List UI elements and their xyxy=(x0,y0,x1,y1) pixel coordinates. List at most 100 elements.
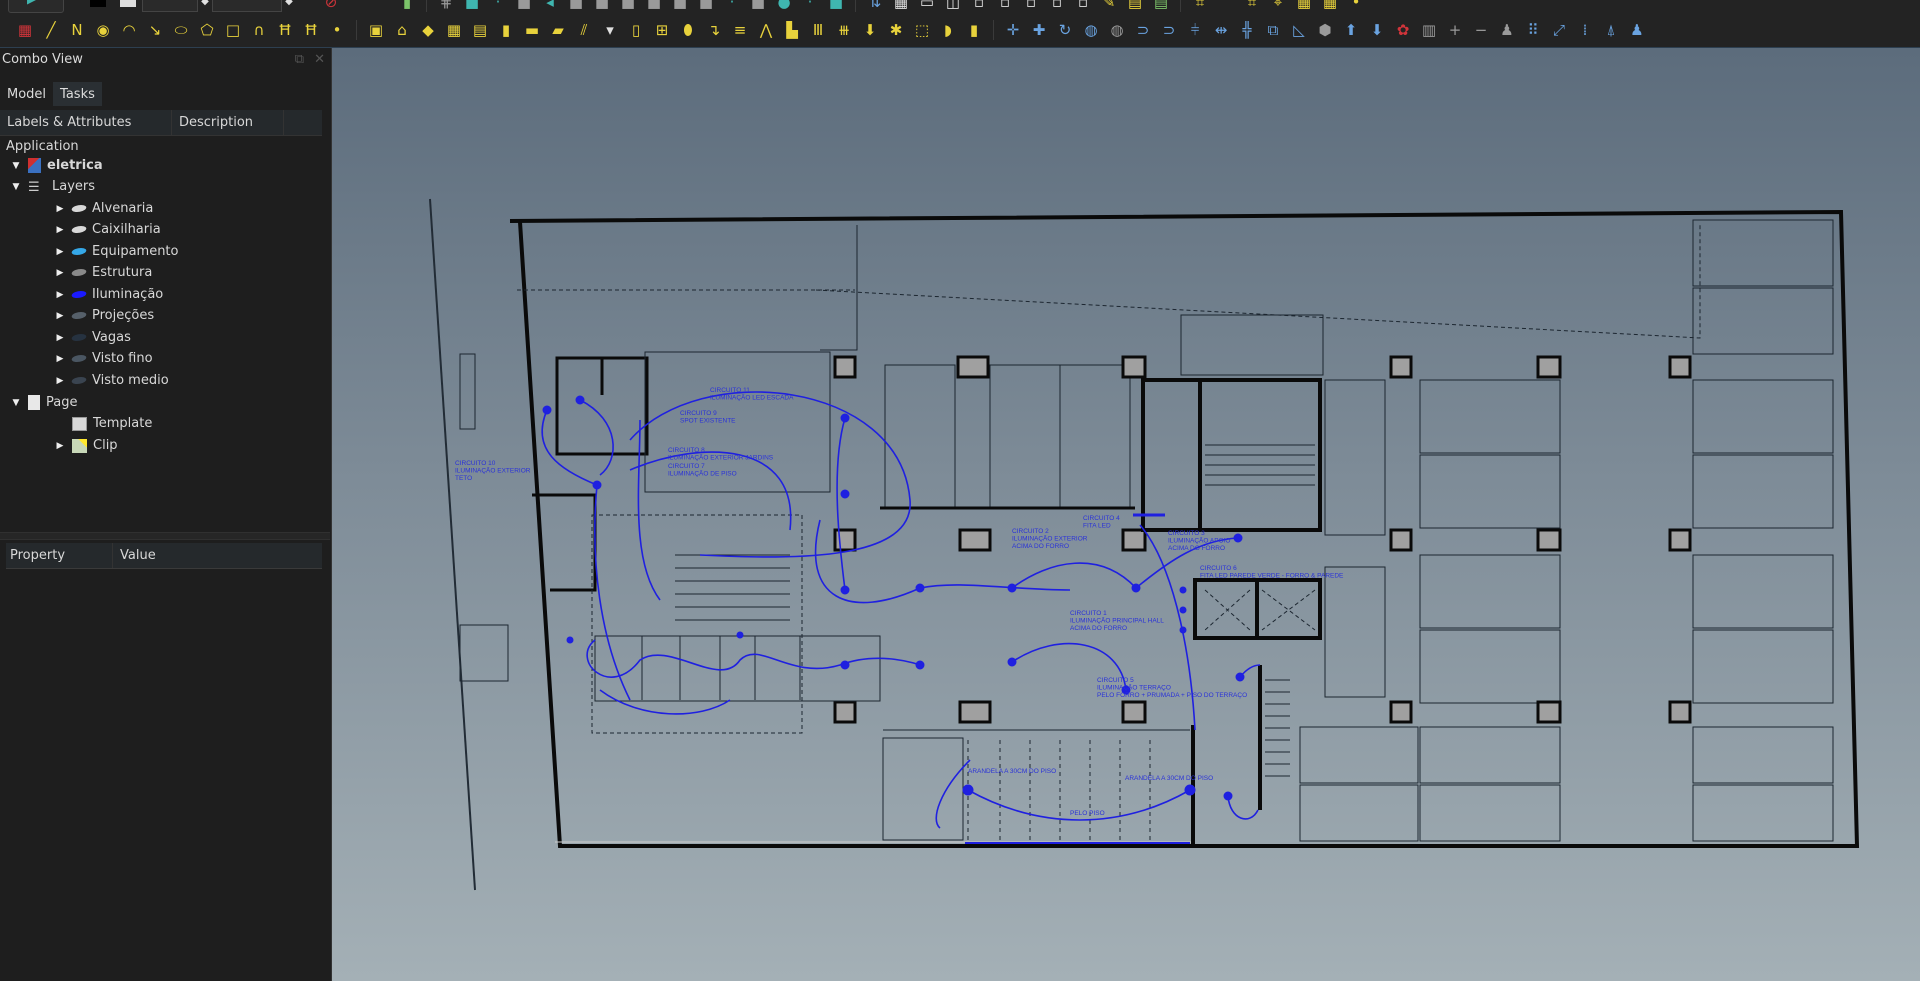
upgrade-arrow-icon[interactable]: ⬆ xyxy=(1338,18,1364,42)
ellipse-icon[interactable]: ⬭ xyxy=(168,18,194,42)
add-icon[interactable]: ✚ xyxy=(1026,18,1052,42)
panel-splitter[interactable] xyxy=(0,532,330,540)
view-btn[interactable]: ▫ xyxy=(1070,0,1096,14)
bspline-icon[interactable]: Ħ xyxy=(272,18,298,42)
tree-item[interactable]: ▶ Projeções xyxy=(54,305,155,326)
arc-3pt-icon[interactable]: ↘ xyxy=(142,18,168,42)
tree-item[interactable]: ▶ Caixilharia xyxy=(54,219,161,240)
snap-btn[interactable]: ■ xyxy=(667,0,693,14)
view-btn[interactable]: ⌖ xyxy=(1265,0,1291,14)
view-btn[interactable]: ▫ xyxy=(966,0,992,14)
collapse-arrow-icon[interactable]: ▶ xyxy=(54,247,66,257)
collapse-arrow-icon[interactable]: ▶ xyxy=(54,204,66,214)
offset-icon[interactable]: ◍ xyxy=(1078,18,1104,42)
remove-icon[interactable]: ✿ xyxy=(1390,18,1416,42)
collapse-arrow-icon[interactable]: ▶ xyxy=(54,290,66,300)
tree-item[interactable]: ▶ Visto fino xyxy=(54,348,153,369)
property-editor[interactable] xyxy=(6,569,322,981)
snap-grid-icon[interactable]: ⋕ xyxy=(433,0,459,14)
array-icon[interactable]: ╬ xyxy=(1234,18,1260,42)
arch-pipe-connector-icon[interactable]: ↴ xyxy=(701,18,727,42)
view-btn[interactable]: ▦ xyxy=(888,0,914,14)
circle-icon[interactable]: ◉ xyxy=(90,18,116,42)
snap-btn[interactable]: ■ xyxy=(745,0,771,14)
line-color-swatch[interactable] xyxy=(90,0,106,7)
fontsize-dropdown[interactable] xyxy=(212,0,282,12)
bezier-icon[interactable]: ∩ xyxy=(246,18,272,42)
snap-btn[interactable]: · xyxy=(719,0,745,14)
join-icon[interactable]: ◍ xyxy=(1104,18,1130,42)
tab-model[interactable]: Model xyxy=(0,82,54,106)
grid-array-icon[interactable]: ⠿ xyxy=(1520,18,1546,42)
expand-arrow-icon[interactable]: ▼ xyxy=(10,182,22,192)
tree-item[interactable]: ▶ Alvenaria xyxy=(54,198,154,219)
tab-tasks[interactable]: Tasks xyxy=(53,82,102,106)
facebinder-icon[interactable]: ♟ xyxy=(1624,18,1650,42)
arch-beam-icon[interactable]: ▬ xyxy=(519,18,545,42)
snap-btn[interactable]: ■ xyxy=(511,0,537,14)
view-btn[interactable]: • xyxy=(1343,0,1369,14)
arch-equipment-icon[interactable]: ⬇ xyxy=(857,18,883,42)
arch-stairs-icon[interactable]: ≡ xyxy=(727,18,753,42)
arch-roof-icon[interactable]: ⋀ xyxy=(753,18,779,42)
view-btn[interactable]: ▦ xyxy=(1317,0,1343,14)
wire-icon[interactable]: N xyxy=(64,18,90,42)
arch-wall-icon[interactable]: ▤ xyxy=(467,18,493,42)
column-value[interactable]: Value xyxy=(113,543,322,568)
arch-dropdown-icon[interactable]: ▾ xyxy=(597,18,623,42)
arch-floor-icon[interactable]: ◆ xyxy=(415,18,441,42)
tree-item[interactable]: ▼ Page xyxy=(10,392,77,413)
tree-item[interactable]: ▶ Visto medio xyxy=(54,370,169,391)
floor-plan-drawing[interactable]: CIRCUITO 11 ILUMINAÇÃO LED ESCADACIRCUITO… xyxy=(332,48,1920,981)
snap-btn[interactable]: ■ xyxy=(589,0,615,14)
view-btn[interactable]: ⌗ xyxy=(1187,0,1213,14)
arch-cutplane-icon[interactable]: ◗ xyxy=(935,18,961,42)
view-btn[interactable]: ▫ xyxy=(1018,0,1044,14)
collapse-arrow-icon[interactable]: ▶ xyxy=(54,225,66,235)
view-btn[interactable]: ▦ xyxy=(1291,0,1317,14)
battery-icon[interactable]: ▮ xyxy=(394,0,420,14)
3d-view-canvas[interactable]: CIRCUITO 11 ILUMINAÇÃO LED ESCADA CIRCUITO… xyxy=(332,48,1920,981)
arch-building-icon[interactable]: ⌂ xyxy=(389,18,415,42)
line-icon[interactable]: ╱ xyxy=(38,18,64,42)
cubic-bezier-icon[interactable]: Ħ xyxy=(298,18,324,42)
plus-icon[interactable]: + xyxy=(1442,18,1468,42)
arch-reference-icon[interactable]: ⬚ xyxy=(909,18,935,42)
arch-door-icon[interactable]: ▯ xyxy=(623,18,649,42)
tree-item[interactable]: ▶ Equipamento xyxy=(54,241,179,262)
expand-arrow-icon[interactable]: ▼ xyxy=(10,161,22,171)
view-btn[interactable]: ▫ xyxy=(1044,0,1070,14)
snap-btn[interactable]: · xyxy=(797,0,823,14)
wp-proxy-icon[interactable]: ⍋ xyxy=(1598,18,1624,42)
arch-pipe-icon[interactable]: ⬮ xyxy=(675,18,701,42)
view-btn[interactable]: ⌗ xyxy=(1239,0,1265,14)
rectangle-icon[interactable]: □ xyxy=(220,18,246,42)
snap-btn[interactable]: ■ xyxy=(563,0,589,14)
tree-item[interactable]: Application xyxy=(6,136,79,157)
tree-item[interactable]: ▶ Iluminação xyxy=(54,284,164,305)
arch-material-icon[interactable]: ▮ xyxy=(961,18,987,42)
trimex-icon[interactable]: ⫩ xyxy=(1182,18,1208,42)
arch-panel-icon[interactable]: ▙ xyxy=(779,18,805,42)
minus-icon[interactable]: − xyxy=(1468,18,1494,42)
close-icon[interactable]: ✕ xyxy=(314,52,325,67)
tree-item[interactable]: ▶ Vagas xyxy=(54,327,131,348)
survey-icon[interactable]: ♟ xyxy=(1494,18,1520,42)
arch-window-icon[interactable]: ⊞ xyxy=(649,18,675,42)
collapse-arrow-icon[interactable]: ▶ xyxy=(54,441,66,451)
view-btn[interactable]: ▭ xyxy=(914,0,940,14)
snap-btn[interactable]: ■ xyxy=(693,0,719,14)
tree-item[interactable]: ▶ Estrutura xyxy=(54,262,153,283)
split-icon[interactable]: ⊃ xyxy=(1130,18,1156,42)
workbench-selector[interactable]: ▶ xyxy=(8,0,64,13)
view-btn[interactable]: ⌒ xyxy=(1213,0,1239,14)
arch-component-icon[interactable]: ✱ xyxy=(883,18,909,42)
upgrade-icon[interactable]: ⊃ xyxy=(1156,18,1182,42)
tree-item[interactable]: Template xyxy=(54,413,152,434)
arch-column-icon[interactable]: ▮ xyxy=(493,18,519,42)
snap-btn[interactable]: ■ xyxy=(641,0,667,14)
face-color-swatch[interactable] xyxy=(120,0,136,7)
move-icon[interactable]: ✛ xyxy=(1000,18,1026,42)
column-property[interactable]: Property xyxy=(6,543,113,568)
arch-fence-icon[interactable]: ⧻ xyxy=(831,18,857,42)
